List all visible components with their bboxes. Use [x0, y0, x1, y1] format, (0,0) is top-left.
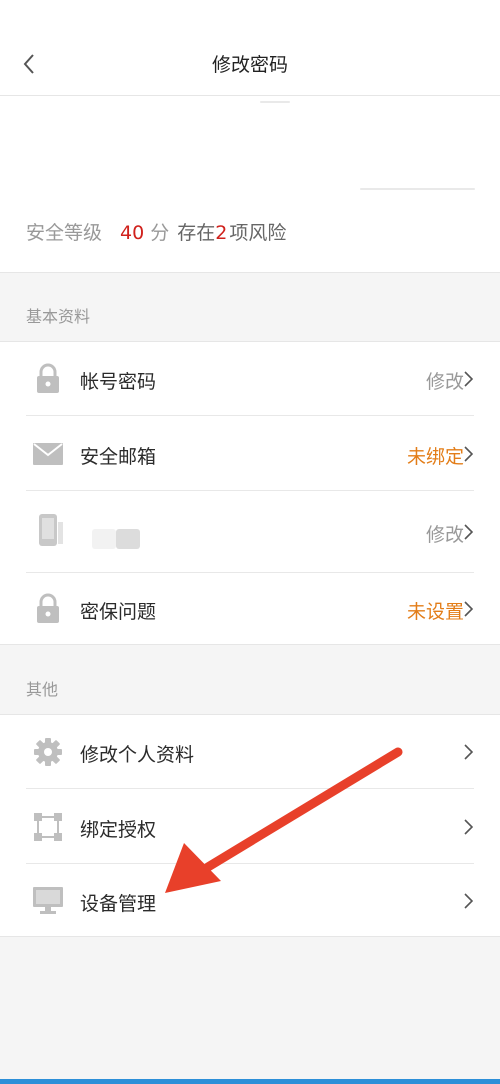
mail-icon — [32, 438, 64, 470]
row-security-questions[interactable]: 密保问题 未设置 — [0, 573, 500, 644]
row-label: 安全邮箱 — [80, 446, 157, 468]
lock-icon — [32, 593, 64, 625]
chevron-right-icon — [462, 444, 474, 464]
blurred-content — [260, 101, 290, 103]
bottom-bar — [0, 1079, 500, 1084]
other-group: 修改个人资料 绑定授权 设备管理 — [0, 714, 500, 937]
phone-icon — [34, 514, 66, 547]
lock-icon — [32, 363, 64, 395]
monitor-icon — [32, 884, 64, 916]
security-level: 安全等级 40 分存在2 项风险 — [26, 218, 286, 245]
security-score-unit: 分 — [150, 222, 170, 244]
row-label: 修改个人资料 — [80, 744, 195, 766]
row-bind-authorization[interactable]: 绑定授权 — [0, 789, 500, 864]
row-value: 修改 — [425, 524, 464, 546]
blurred-content — [360, 188, 475, 190]
connection-icon — [32, 811, 64, 843]
row-edit-profile[interactable]: 修改个人资料 — [0, 715, 500, 789]
row-label: 设备管理 — [80, 893, 157, 915]
section-header-basic: 基本资料 — [26, 307, 91, 326]
chevron-right-icon — [462, 742, 474, 762]
section-header-other: 其他 — [26, 680, 59, 699]
page-title: 修改密码 — [211, 54, 288, 76]
blurred-phone-number — [116, 529, 140, 549]
security-panel: 安全等级 40 分存在2 项风险 — [0, 96, 500, 273]
basic-info-group: 帐号密码 修改 安全邮箱 未绑定 修改 密保问题 未设置 — [0, 341, 500, 645]
chevron-right-icon — [462, 522, 474, 542]
row-label: 帐号密码 — [80, 371, 157, 393]
navbar: 修改密码 — [0, 0, 500, 96]
row-label: 密保问题 — [80, 601, 157, 623]
security-score: 40 — [120, 222, 145, 244]
gear-icon — [32, 736, 64, 768]
blurred-phone-number — [92, 529, 116, 549]
row-value: 未设置 — [406, 601, 464, 623]
row-value: 修改 — [425, 371, 464, 393]
risk-prefix: 存在 — [177, 222, 216, 244]
chevron-right-icon — [462, 817, 474, 837]
chevron-right-icon — [462, 599, 474, 619]
row-security-email[interactable]: 安全邮箱 未绑定 — [0, 416, 500, 491]
chevron-right-icon — [462, 369, 474, 389]
row-label: 绑定授权 — [80, 819, 157, 841]
row-device-management[interactable]: 设备管理 — [0, 864, 500, 936]
chevron-right-icon — [462, 891, 474, 911]
risk-suffix: 项风险 — [229, 222, 287, 244]
row-account-password[interactable]: 帐号密码 修改 — [0, 342, 500, 416]
risk-count: 2 — [215, 222, 228, 244]
row-phone[interactable]: 修改 — [0, 491, 500, 573]
row-value: 未绑定 — [406, 446, 464, 468]
security-level-label: 安全等级 — [26, 222, 103, 244]
